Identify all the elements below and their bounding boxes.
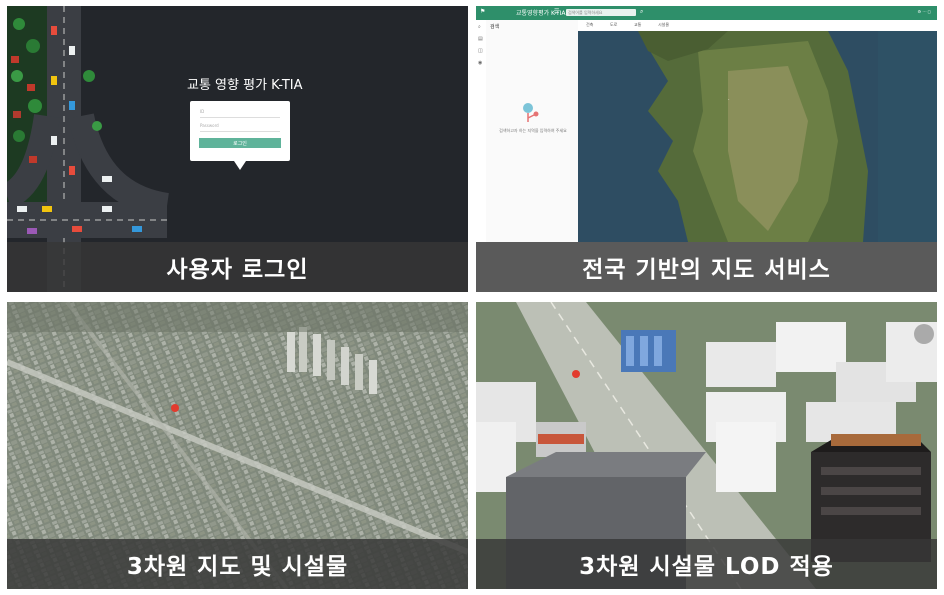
login-panel: 교통 영향 평가 K-TIA ID Password 로그인 사용자 로그인 [7, 6, 468, 292]
panel-caption: 3차원 시설물 LOD 적용 [476, 539, 937, 589]
login-form: ID Password 로그인 [190, 101, 290, 161]
panel-caption: 3차원 지도 및 시설물 [7, 539, 468, 589]
login-title: 교통 영향 평가 K-TIA [187, 78, 303, 93]
tab-road[interactable]: 도로 [610, 22, 617, 28]
search-input[interactable]: 검색어를 입력하세요 [566, 9, 636, 16]
search-icon[interactable]: ⌕ [640, 8, 643, 16]
user-tool-icon[interactable]: ◉ [478, 60, 482, 66]
id-field[interactable]: ID [200, 109, 280, 118]
search-tool-icon[interactable]: ⌕ [478, 24, 481, 30]
app-header: ⚑ 교통영향평가 K-TIA ☰ 검색어를 입력하세요 ⌕ ⚙ ⋯ ◻ [476, 6, 937, 20]
header-links[interactable]: ⚙ ⋯ ◻ [918, 9, 931, 14]
measure-tool-icon[interactable]: ◫ [478, 48, 483, 54]
panel-caption: 전국 기반의 지도 서비스 [476, 242, 937, 292]
layer-tool-icon[interactable]: ▤ [478, 36, 483, 42]
logo-icon: ⚑ [480, 8, 486, 15]
search-side-panel: 검색 검색하고자 하는 지역을 입력하여 주세요 [486, 20, 579, 242]
satellite-map[interactable]: · [578, 31, 937, 242]
login-button[interactable]: 로그인 [199, 138, 281, 148]
3d-map-panel: 3차원 지도 및 시설물 [7, 302, 468, 589]
tab-building[interactable]: 건축 [586, 22, 593, 28]
panel-caption: 사용자 로그인 [7, 242, 468, 292]
tab-traffic[interactable]: 교통 [634, 22, 641, 28]
password-field[interactable]: Password [200, 123, 280, 132]
route-pin-icon [523, 103, 539, 122]
tab-facility[interactable]: 시설물 [658, 22, 669, 28]
side-panel-title: 검색 [490, 24, 500, 30]
speech-tail-shape [234, 161, 246, 170]
menu-icon[interactable]: ☰ [554, 8, 559, 15]
map-service-panel: ⚑ 교통영향평가 K-TIA ☰ 검색어를 입력하세요 ⌕ ⚙ ⋯ ◻ ⌕ ▤ … [476, 6, 937, 292]
empty-search-message: 검색하고자 하는 지역을 입력하여 주세요 [499, 128, 567, 133]
lod-facility-panel: 3차원 시설물 LOD 적용 [476, 302, 937, 589]
